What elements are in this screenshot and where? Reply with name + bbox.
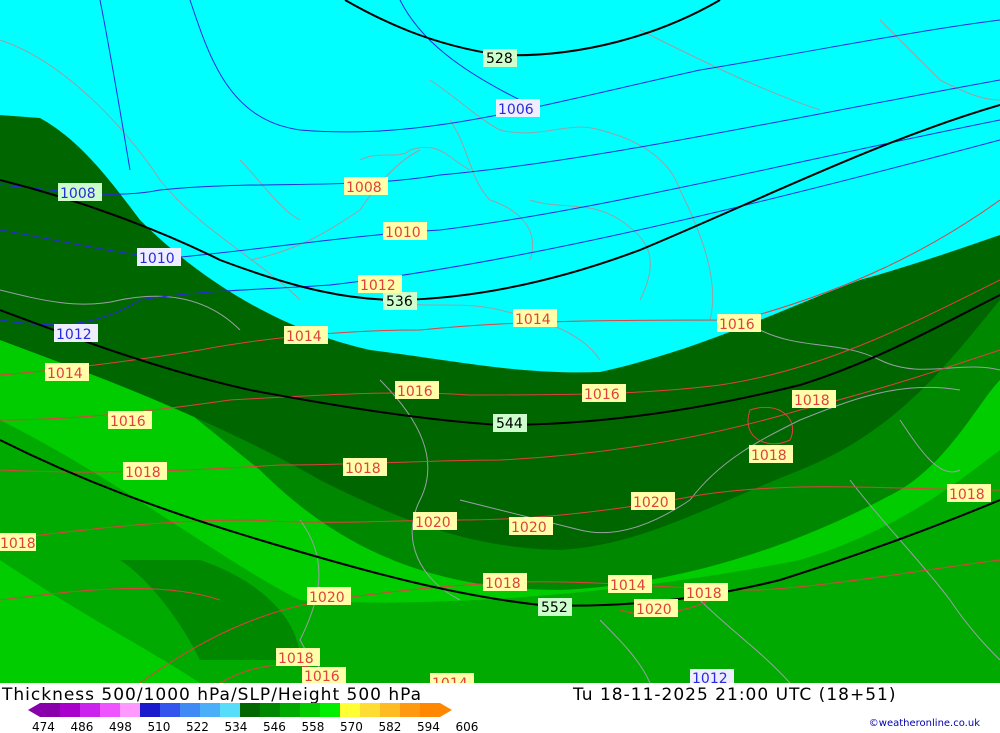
svg-text:1016: 1016 [584, 387, 620, 403]
svg-text:1018: 1018 [949, 487, 985, 503]
svg-text:1018: 1018 [751, 448, 787, 464]
svg-text:1014: 1014 [515, 312, 551, 328]
svg-text:1008: 1008 [346, 180, 382, 196]
scale-swatch [300, 703, 320, 717]
scale-swatch [40, 703, 60, 717]
svg-text:1014: 1014 [610, 578, 646, 594]
scale-swatch [160, 703, 180, 717]
color-scale: 474 486 498 510 522 534 546 558 570 582 594 606 [28, 703, 479, 733]
scale-swatch [60, 703, 80, 717]
scale-tick-label: 510 [148, 720, 171, 733]
svg-text:1012: 1012 [692, 671, 728, 683]
height-label-552: 552 [541, 600, 568, 616]
svg-text:1014: 1014 [286, 329, 322, 345]
svg-text:1020: 1020 [309, 590, 345, 606]
scale-arrow-left [28, 703, 40, 717]
scale-tick-label: 558 [302, 720, 325, 733]
svg-text:1016: 1016 [304, 669, 340, 683]
svg-text:1018: 1018 [485, 576, 521, 592]
scale-tick-label: 582 [379, 720, 402, 733]
scale-tick-label: 498 [109, 720, 132, 733]
scale-tick-label: 606 [456, 720, 479, 733]
scale-tick-label: 534 [225, 720, 248, 733]
scale-swatch [100, 703, 120, 717]
svg-text:1020: 1020 [633, 495, 669, 511]
svg-text:1016: 1016 [719, 317, 755, 333]
scale-swatch [140, 703, 160, 717]
map-timestamp: Tu 18-11-2025 21:00 UTC (18+51) [573, 685, 897, 705]
scale-tick-label: 474 [32, 720, 55, 733]
scale-tick-label: 570 [340, 720, 363, 733]
scale-swatch [220, 703, 240, 717]
svg-text:1016: 1016 [110, 414, 146, 430]
height-label-536: 536 [386, 294, 413, 310]
svg-text:1020: 1020 [415, 515, 451, 531]
svg-text:1006: 1006 [498, 102, 534, 118]
scale-swatch [80, 703, 100, 717]
scale-swatch [260, 703, 280, 717]
scale-arrow-right [440, 703, 452, 717]
scale-swatch [240, 703, 260, 717]
scale-swatch [200, 703, 220, 717]
scale-tick-label: 594 [417, 720, 440, 733]
map-footer: Thickness 500/1000 hPa/SLP/Height 500 hP… [0, 683, 1000, 733]
svg-text:1010: 1010 [385, 225, 421, 241]
svg-text:1014: 1014 [47, 366, 83, 382]
map-title: Thickness 500/1000 hPa/SLP/Height 500 hP… [2, 685, 423, 705]
scale-swatch [340, 703, 360, 717]
svg-text:1018: 1018 [125, 465, 161, 481]
scale-swatch [120, 703, 140, 717]
svg-text:1014: 1014 [432, 676, 468, 683]
svg-text:1016: 1016 [397, 384, 433, 400]
svg-text:1018: 1018 [0, 536, 36, 552]
svg-text:1020: 1020 [511, 520, 547, 536]
svg-text:1010: 1010 [139, 251, 175, 267]
svg-text:1012: 1012 [360, 278, 396, 294]
svg-text:1012: 1012 [56, 327, 92, 343]
svg-text:1020: 1020 [636, 602, 672, 618]
scale-swatch [280, 703, 300, 717]
scale-tick-label: 486 [71, 720, 94, 733]
weather-map-view: { "title_left": "Thickness 500/1000 hPa/… [0, 0, 1000, 733]
scale-tick-label: 522 [186, 720, 209, 733]
svg-text:1018: 1018 [686, 586, 722, 602]
scale-tick-label: 546 [263, 720, 286, 733]
scale-swatch [180, 703, 200, 717]
height-label-528: 528 [486, 51, 513, 67]
svg-text:1018: 1018 [278, 651, 314, 667]
scale-swatch [320, 703, 340, 717]
scale-swatch [360, 703, 380, 717]
scale-swatch [380, 703, 400, 717]
scale-swatch [400, 703, 420, 717]
svg-text:1018: 1018 [794, 393, 830, 409]
svg-text:1018: 1018 [345, 461, 381, 477]
scale-swatch [420, 703, 440, 717]
height-label-544: 544 [496, 416, 523, 432]
credit-link[interactable]: ©weatheronline.co.uk [869, 718, 980, 729]
map-canvas: 528 536 544 552 1006 1008 1010 1012 1012 [0, 0, 1000, 683]
svg-text:1008: 1008 [60, 186, 96, 202]
